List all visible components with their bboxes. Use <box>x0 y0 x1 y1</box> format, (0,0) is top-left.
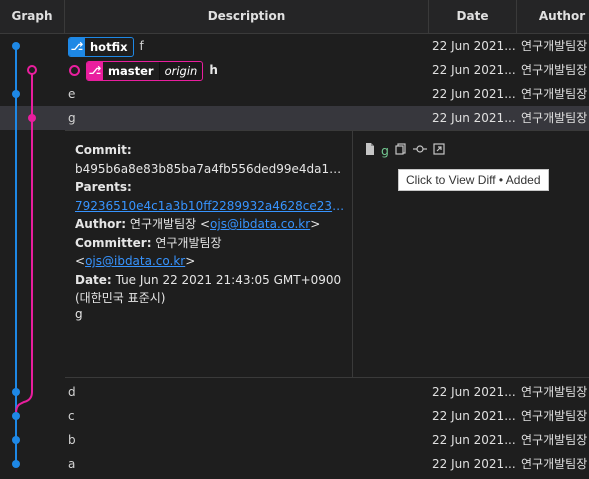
branch-icon: ⎇ <box>87 61 103 80</box>
commit-author: 연구개발팀장 <box>521 409 588 423</box>
column-header-description[interactable]: Description <box>65 0 429 33</box>
view-diff-tooltip: Click to View Diff • Added <box>398 169 549 191</box>
branch-name: master <box>108 63 154 78</box>
timezone-text: (대한민국 표준시) <box>75 291 166 305</box>
commit-author: 연구개발팀장 <box>521 111 588 125</box>
commit-author: 연구개발팀장 <box>521 433 588 447</box>
changed-file-row[interactable]: g <box>365 141 445 159</box>
commit-graph <box>12 42 37 468</box>
commit-author: 연구개발팀장 <box>521 87 588 101</box>
author-name: 연구개발팀장 <box>129 217 197 231</box>
commit-node <box>28 114 36 122</box>
commit-date: 22 Jun 2021... <box>432 111 516 125</box>
commit-node <box>12 90 20 98</box>
branch-icon: ⎇ <box>69 37 85 56</box>
commit-message: h <box>209 63 218 77</box>
open-file-icon[interactable] <box>433 143 445 157</box>
commit-node <box>12 412 20 420</box>
parents-label: Parents: <box>75 180 132 194</box>
commit-message: d <box>68 385 76 399</box>
commit-node <box>12 388 20 396</box>
commit-message: g <box>68 111 76 125</box>
head-commit-node <box>27 65 37 75</box>
commit-body: g <box>75 307 83 321</box>
commit-date: 22 Jun 2021... <box>432 39 516 53</box>
branch-line-magenta <box>15 70 33 415</box>
copy-path-icon[interactable] <box>395 143 407 157</box>
column-header-bar: Graph Description Date Author <box>0 0 589 34</box>
branch-label-master[interactable]: ⎇ master origin <box>86 60 204 81</box>
commit-author: 연구개발팀장 <box>521 39 588 53</box>
view-diff-commit-icon[interactable] <box>412 143 427 157</box>
commit-date: 22 Jun 2021... <box>432 457 516 471</box>
commit-author: 연구개발팀장 <box>521 385 588 399</box>
branch-name: hotfix <box>90 39 128 54</box>
commit-node <box>12 436 20 444</box>
column-header-date[interactable]: Date <box>429 0 517 33</box>
branch-label-hotfix[interactable]: ⎇ hotfix <box>68 36 134 57</box>
commit-row[interactable]: a 22 Jun 2021... 연구개발팀장 <box>0 452 589 476</box>
commit-row[interactable]: b 22 Jun 2021... 연구개발팀장 <box>0 428 589 452</box>
changed-file-name[interactable]: g <box>381 143 389 158</box>
commit-message: a <box>68 457 76 471</box>
commit-hash: b495b6a8e83b85ba7a4fb556ded99e4da1a8... <box>75 161 345 176</box>
commit-message: c <box>68 409 75 423</box>
commit-message: e <box>68 87 76 101</box>
date-label: Date: <box>75 272 112 287</box>
commit-row[interactable]: d 22 Jun 2021... 연구개발팀장 <box>0 380 589 404</box>
commit-date: 22 Jun 2021... <box>432 87 516 101</box>
commit-details-panel: Commit: b495b6a8e83b85ba7a4fb556ded99e4d… <box>65 130 589 378</box>
commit-message: b <box>68 433 76 447</box>
commit-date: 22 Jun 2021... <box>432 385 516 399</box>
commit-message: f <box>139 39 144 53</box>
commit-author: 연구개발팀장 <box>521 63 588 77</box>
file-icon <box>365 143 375 157</box>
remote-name: origin <box>158 61 203 80</box>
commit-author: 연구개발팀장 <box>521 457 588 471</box>
commit-row[interactable]: ⎇ hotfix f 22 Jun 2021... 연구개발팀장 <box>0 34 589 58</box>
commit-details-summary: Commit: b495b6a8e83b85ba7a4fb556ded99e4d… <box>65 131 353 377</box>
committer-label: Committer: <box>75 235 152 250</box>
commit-row-selected[interactable]: g 22 Jun 2021... 연구개발팀장 <box>0 106 589 130</box>
commit-row[interactable]: ⎇ master origin h 22 Jun 2021... 연구개발팀장 <box>0 58 589 82</box>
author-email-link[interactable]: ojs@ibdata.co.kr <box>210 217 310 231</box>
commit-date: 22 Jun 2021... <box>432 63 516 77</box>
committer-name: 연구개발팀장 <box>155 235 222 250</box>
commit-date: 22 Jun 2021... <box>432 433 516 447</box>
commit-node <box>12 42 20 50</box>
commit-node <box>12 460 20 468</box>
committer-email-link[interactable]: ojs@ibdata.co.kr <box>85 254 185 268</box>
commit-label: Commit: <box>75 143 132 157</box>
commit-row[interactable]: c 22 Jun 2021... 연구개발팀장 <box>0 404 589 428</box>
author-label: Author: <box>75 217 127 231</box>
commit-row[interactable]: e 22 Jun 2021... 연구개발팀장 <box>0 82 589 106</box>
head-indicator-icon <box>69 65 80 76</box>
commit-date: 22 Jun 2021... <box>432 409 516 423</box>
commit-date-value: Tue Jun 22 2021 21:43:05 GMT+0900 <box>115 272 342 287</box>
column-header-author[interactable]: Author <box>517 0 589 33</box>
parent-hash-link[interactable]: 79236510e4c1a3b10ff2289932a4628ce23ed... <box>75 197 345 216</box>
